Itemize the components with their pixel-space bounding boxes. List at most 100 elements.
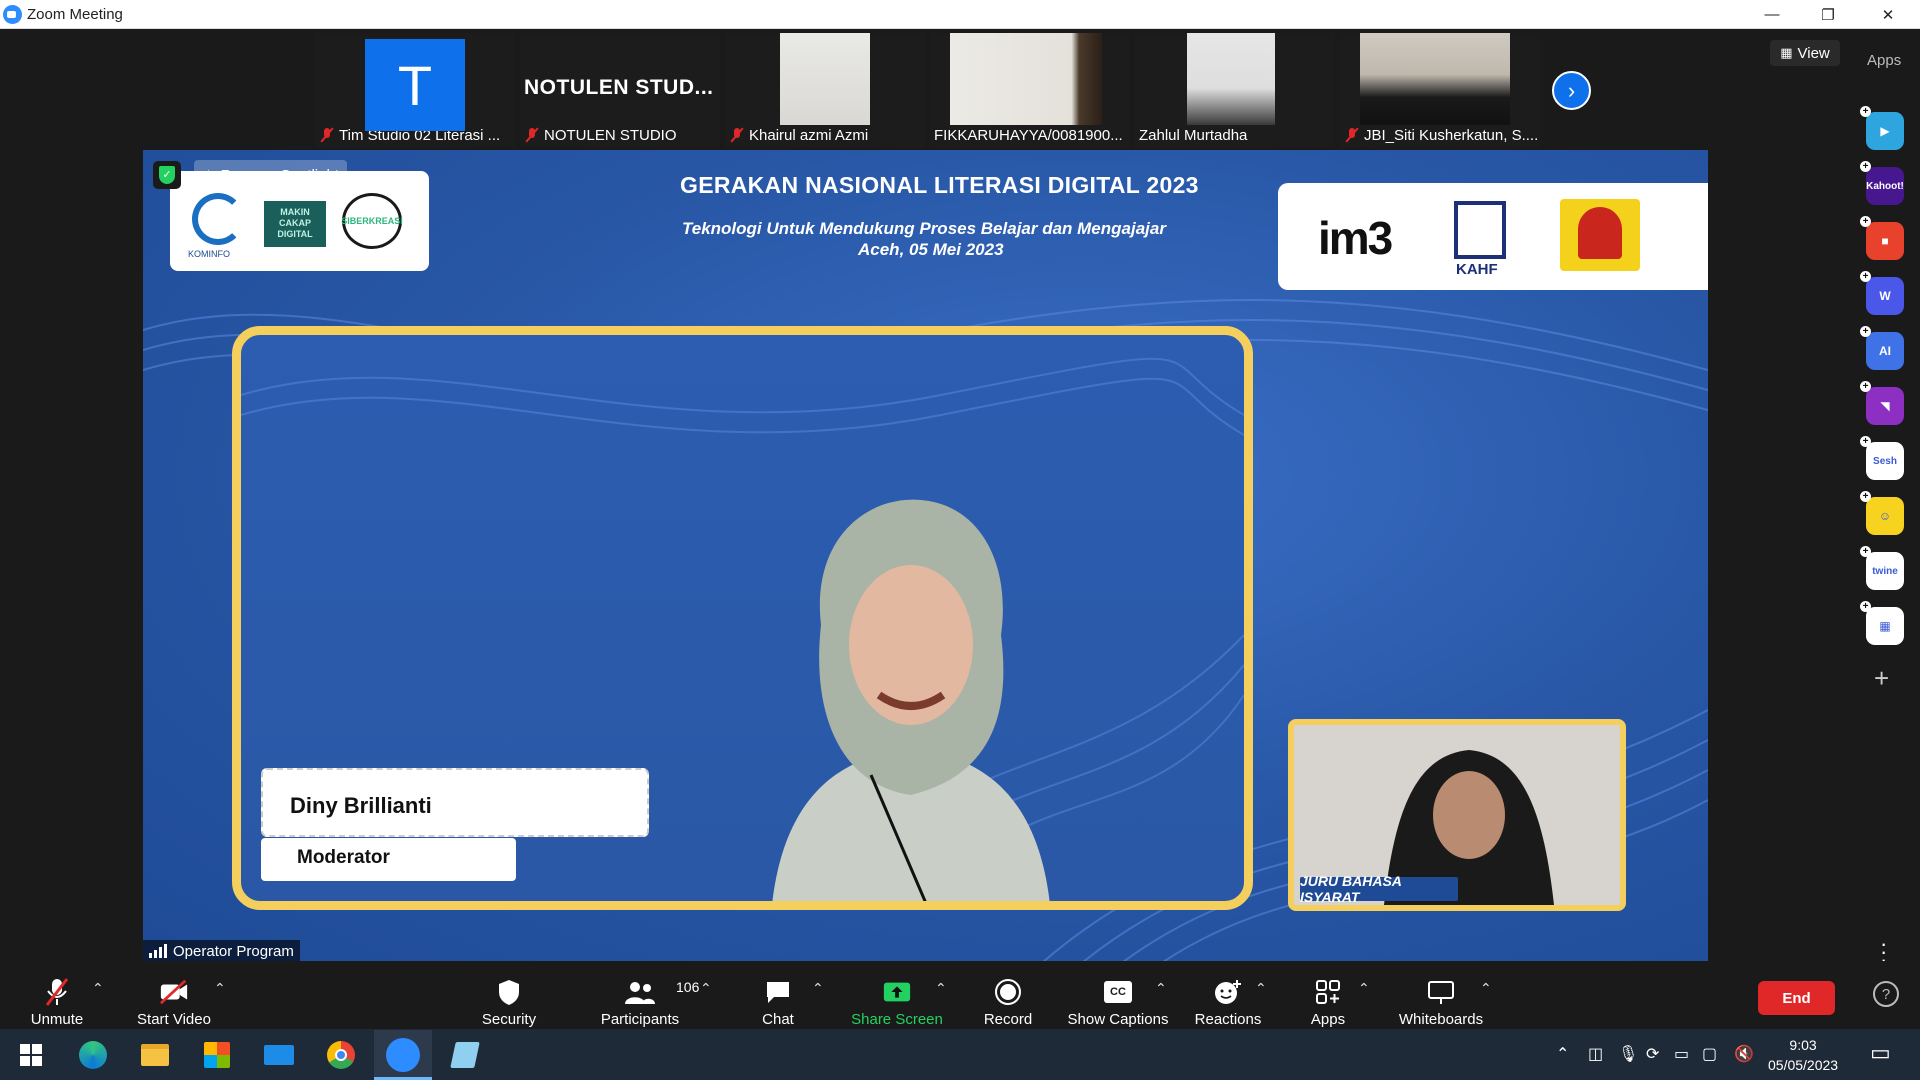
share-screen-button[interactable]: Share Screen	[848, 968, 946, 1028]
clock-date: 05/05/2023	[1768, 1057, 1839, 1073]
file-explorer-icon[interactable]	[138, 1038, 172, 1072]
security-button[interactable]: Security	[472, 968, 546, 1028]
add-app-button[interactable]: +	[1874, 663, 1889, 694]
zoom-taskbar-active[interactable]	[374, 1030, 432, 1080]
whiteboards-options-caret[interactable]: ⌃	[1480, 980, 1492, 997]
rail-app-plus-icon: +	[1860, 106, 1871, 117]
whiteboards-button[interactable]: Whiteboards	[1394, 968, 1488, 1028]
remove-spotlight-label: Remove Spotlight	[220, 166, 339, 184]
snipping-tool-icon[interactable]	[448, 1038, 482, 1072]
rail-app-icon[interactable]: ☺	[1866, 497, 1904, 535]
sync-tray-icon[interactable]: ⟳	[1646, 1044, 1659, 1064]
chat-button[interactable]: Chat	[748, 968, 808, 1028]
record-button[interactable]: Record	[978, 968, 1038, 1028]
participant-tile[interactable]: Zahlul Murtadha	[1135, 33, 1335, 147]
restore-button[interactable]: ❐	[1800, 0, 1856, 29]
participant-name: FIKKARUHAYYA/0081900...	[934, 126, 1123, 144]
mic-muted-icon	[1344, 127, 1360, 143]
help-icon[interactable]: ?	[1873, 981, 1899, 1007]
windows-start-icon[interactable]	[14, 1038, 48, 1072]
taskbar-clock[interactable]: 9:03 05/05/2023	[1768, 1035, 1838, 1075]
microsoft-store-icon[interactable]	[200, 1038, 234, 1072]
share-options-caret[interactable]: ⌃	[935, 980, 947, 997]
participants-options-caret[interactable]: ⌃	[700, 980, 712, 997]
microphone-tray-icon[interactable]: 🎙	[1618, 1044, 1638, 1064]
participant-label: Khairul azmi Azmi	[729, 125, 868, 145]
next-page-button[interactable]: ›	[1552, 71, 1591, 110]
apps-icon	[1313, 977, 1343, 1007]
rail-app-plus-icon: +	[1860, 546, 1871, 557]
rail-app-icon[interactable]: ◥	[1866, 387, 1904, 425]
participant-label: Zahlul Murtadha	[1139, 125, 1247, 145]
reactions-options-caret[interactable]: ⌃	[1255, 980, 1267, 997]
rail-app-icon[interactable]: Kahoot!	[1866, 167, 1904, 205]
video-options-caret[interactable]: ⌃	[214, 980, 226, 997]
chat-options-caret[interactable]: ⌃	[812, 980, 824, 997]
kominfo-logo	[192, 193, 244, 245]
participant-tile[interactable]: Khairul azmi Azmi	[725, 33, 925, 147]
notifications-icon[interactable]: ▭	[1870, 1040, 1891, 1066]
security-badge[interactable]: ✓	[153, 161, 181, 189]
start-video-label: Start Video	[137, 1011, 211, 1028]
audio-options-caret[interactable]: ⌃	[92, 980, 104, 997]
volume-muted-icon[interactable]: 🔇	[1734, 1044, 1754, 1064]
participant-tile[interactable]: JBI_Siti Kusherkatun, S....	[1340, 33, 1540, 147]
rail-app-icon[interactable]: ■	[1866, 222, 1904, 260]
kahf-logo-mark	[1454, 201, 1506, 259]
reactions-button[interactable]: Reactions	[1190, 968, 1266, 1028]
record-label: Record	[983, 1011, 1033, 1028]
show-hidden-icons-chevron[interactable]: ⌃	[1556, 1044, 1569, 1064]
apps-button[interactable]: Apps	[1298, 968, 1358, 1028]
apps-panel-label[interactable]: Apps	[1867, 52, 1901, 69]
apps-label: Apps	[1310, 1011, 1346, 1028]
captions-options-caret[interactable]: ⌃	[1155, 980, 1167, 997]
speaker-figure	[772, 499, 1050, 901]
view-button[interactable]: ▦ View	[1770, 40, 1840, 66]
participant-video	[1360, 33, 1510, 125]
rail-app-icon[interactable]: AI	[1866, 332, 1904, 370]
apps-options-caret[interactable]: ⌃	[1358, 980, 1370, 997]
kominfo-logo-text: KOMINFO	[188, 249, 230, 259]
rail-app-icon[interactable]: Sesh	[1866, 442, 1904, 480]
share-screen-label: Share Screen	[851, 1011, 943, 1028]
camera-tray-icon[interactable]: ◫	[1588, 1044, 1603, 1064]
close-button[interactable]: ✕	[1860, 0, 1916, 29]
unmute-button[interactable]: Unmute	[22, 968, 92, 1028]
participant-label: JBI_Siti Kusherkatun, S....	[1344, 125, 1538, 145]
video-off-icon	[159, 977, 189, 1007]
rail-app-plus-icon: +	[1860, 436, 1871, 447]
shield-icon	[494, 977, 524, 1007]
slide-date: Aceh, 05 Mei 2023	[858, 240, 1004, 259]
mail-icon[interactable]	[262, 1038, 296, 1072]
aceh-emblem	[1560, 199, 1640, 271]
pin-icon: ✦	[202, 167, 215, 184]
mic-muted-icon	[729, 127, 745, 143]
interpreter-label: JURU BAHASA ISYARAT	[1300, 873, 1458, 905]
remove-spotlight-button[interactable]: ✦ Remove Spotlight	[194, 160, 347, 190]
whiteboards-label: Whiteboards	[1398, 1011, 1484, 1028]
participants-label: Participants	[600, 1011, 680, 1028]
rail-app-icon[interactable]: ▦	[1866, 607, 1904, 645]
participant-tile[interactable]: FIKKARUHAYYA/0081900...	[930, 33, 1130, 147]
operator-name: Operator Program	[173, 942, 294, 960]
signal-strength-icon	[149, 944, 167, 958]
participants-button[interactable]: 106 Participants	[596, 968, 700, 1028]
rail-app-icon[interactable]: W	[1866, 277, 1904, 315]
shield-check-icon: ✓	[159, 166, 175, 184]
edge-browser-icon[interactable]	[76, 1038, 110, 1072]
minimize-button[interactable]: —	[1744, 0, 1800, 29]
rail-app-plus-icon: +	[1860, 326, 1871, 337]
rail-app-plus-icon: +	[1860, 216, 1871, 227]
rail-app-icon[interactable]: ▶	[1866, 112, 1904, 150]
show-captions-button[interactable]: CC Show Captions	[1066, 968, 1170, 1028]
start-video-button[interactable]: Start Video	[130, 968, 218, 1028]
rail-app-icon[interactable]: twine	[1866, 552, 1904, 590]
slide-subtitle: Teknologi Untuk Mendukung Proses Belajar…	[682, 219, 1166, 238]
kahf-logo-text: KAHF	[1456, 261, 1498, 278]
end-meeting-button[interactable]: End	[1758, 981, 1835, 1015]
participant-name: Khairul azmi Azmi	[749, 126, 869, 144]
network-icon[interactable]: ▢	[1702, 1044, 1717, 1064]
battery-icon[interactable]: ▭	[1674, 1044, 1689, 1064]
chrome-icon[interactable]	[324, 1038, 358, 1072]
closed-captions-icon: CC	[1103, 977, 1133, 1007]
